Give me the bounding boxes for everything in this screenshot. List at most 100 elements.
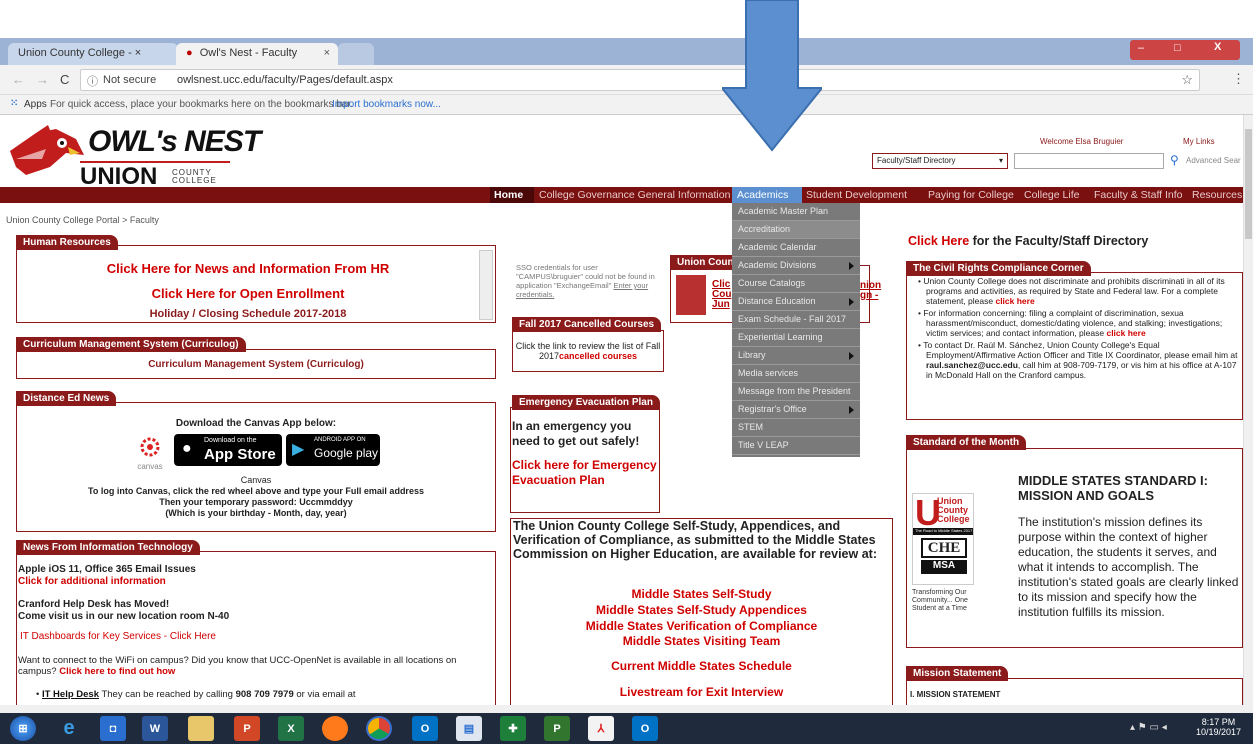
outlook-icon[interactable]: O bbox=[412, 716, 438, 741]
apple-ios-link[interactable]: Click for additional information bbox=[18, 576, 166, 587]
horizontal-scrollbar[interactable] bbox=[0, 705, 1253, 713]
search-scope-select[interactable]: Faculty/Staff Directory ▾ bbox=[872, 153, 1008, 169]
cancelled-courses-title: Fall 2017 Cancelled Courses bbox=[512, 317, 662, 332]
menu-item-course-catalogs[interactable]: Course Catalogs bbox=[732, 275, 860, 293]
vertical-scrollbar[interactable] bbox=[1243, 115, 1253, 705]
close-window-icon[interactable]: X bbox=[1214, 41, 1221, 53]
owl-logo-icon[interactable] bbox=[6, 123, 86, 185]
tray-icons[interactable]: ▴ ⚑ ▭ ◂ bbox=[1130, 722, 1167, 733]
livestream-link[interactable]: Livestream for Exit Interview bbox=[510, 685, 893, 699]
civil-link-2[interactable]: click here bbox=[1106, 328, 1145, 338]
menu-item-exam-schedule[interactable]: Exam Schedule - Fall 2017 bbox=[732, 311, 860, 329]
word-icon[interactable]: W bbox=[142, 716, 168, 741]
menu-item-academic-divisions[interactable]: Academic Divisions bbox=[732, 257, 860, 275]
union-promo-link[interactable]: Clic Cou Jun bbox=[712, 280, 731, 310]
nav-home-label[interactable]: Home bbox=[494, 189, 523, 203]
helpdesk-phone: 908 709 7979 bbox=[235, 689, 294, 700]
hr-scrollbar[interactable] bbox=[479, 250, 493, 320]
nav-faculty-staff-info[interactable]: Faculty & Staff Info bbox=[1094, 189, 1183, 203]
scroll-thumb[interactable] bbox=[1245, 129, 1252, 239]
search-input[interactable] bbox=[1014, 153, 1164, 169]
union-promo-link-right[interactable]: nion gn - bbox=[860, 281, 881, 301]
window-controls[interactable]: – □ X bbox=[1130, 40, 1240, 60]
security-app-icon[interactable]: ✚ bbox=[500, 716, 526, 741]
nav-paying-for-college[interactable]: Paying for College bbox=[928, 189, 1014, 203]
civil-email-link[interactable]: raul.sanchez@ucc.edu bbox=[926, 360, 1018, 370]
acrobat-icon[interactable]: ⅄ bbox=[588, 716, 614, 741]
it-dashboards-link[interactable]: IT Dashboards for Key Services - Click H… bbox=[20, 631, 216, 642]
publisher-icon[interactable]: P bbox=[544, 716, 570, 741]
close-tab-icon[interactable]: × bbox=[324, 47, 330, 59]
menu-item-media-services[interactable]: Media services bbox=[732, 365, 860, 383]
outlook-icon-2[interactable]: O bbox=[632, 716, 658, 741]
outlook-blue-icon[interactable]: ◘ bbox=[100, 716, 126, 741]
advanced-search-link[interactable]: Advanced Sear bbox=[1186, 156, 1241, 165]
tab-owls-nest[interactable]: ● Owl's Nest - Faculty × bbox=[176, 43, 338, 65]
excel-icon[interactable]: X bbox=[278, 716, 304, 741]
cancelled-link[interactable]: cancelled courses bbox=[559, 351, 637, 361]
nav-student-development[interactable]: Student Development bbox=[806, 189, 907, 203]
che-logo: CHE bbox=[921, 538, 967, 558]
chrome-icon[interactable] bbox=[366, 716, 392, 741]
start-button-icon[interactable]: ⊞ bbox=[10, 716, 36, 741]
it-helpdesk-link[interactable]: IT Help Desk bbox=[42, 689, 99, 700]
firefox-icon[interactable] bbox=[322, 716, 348, 741]
ms-schedule-link[interactable]: Current Middle States Schedule bbox=[510, 659, 893, 673]
tab-union-county-college[interactable]: Union County College - × bbox=[8, 43, 178, 65]
google-play-button[interactable]: ▶ ANDROID APP ON Google play bbox=[286, 434, 380, 466]
menu-item-library[interactable]: Library bbox=[732, 347, 860, 365]
menu-item-academic-calendar[interactable]: Academic Calendar bbox=[732, 239, 860, 257]
menu-item-accreditation[interactable]: Accreditation bbox=[732, 221, 860, 239]
menu-item-stem[interactable]: STEM bbox=[732, 419, 860, 437]
forward-icon[interactable]: → bbox=[36, 72, 49, 87]
ms-verification-link[interactable]: Middle States Verification of Compliance bbox=[510, 619, 893, 633]
import-bookmarks-link[interactable]: Import bookmarks now... bbox=[332, 99, 441, 110]
nav-college-life[interactable]: College Life bbox=[1024, 189, 1079, 203]
menu-dots-icon[interactable]: ⋮ bbox=[1232, 71, 1245, 87]
minimize-icon[interactable]: – bbox=[1138, 42, 1144, 54]
nav-governance[interactable]: College Governance General Information bbox=[539, 189, 730, 203]
menu-item-title-v-leap[interactable]: Title V LEAP bbox=[732, 437, 860, 455]
internet-explorer-icon[interactable]: e bbox=[56, 716, 82, 741]
holiday-schedule-link[interactable]: Holiday / Closing Schedule 2017-2018 bbox=[16, 308, 480, 320]
star-icon[interactable]: ☆ bbox=[1181, 72, 1193, 88]
search-icon[interactable]: ⚲ bbox=[1170, 153, 1179, 167]
my-links-menu[interactable]: My Links bbox=[1183, 137, 1215, 146]
apps-grid-icon[interactable]: ⁙ bbox=[10, 98, 18, 109]
hr-open-enrollment-link[interactable]: Click Here for Open Enrollment bbox=[16, 286, 480, 301]
menu-item-message-president[interactable]: Message from the President bbox=[732, 383, 860, 401]
curriculog-link[interactable]: Curriculum Management System (Curriculog… bbox=[16, 359, 496, 370]
wifi-link[interactable]: Click here to find out how bbox=[59, 666, 175, 677]
info-icon[interactable]: ⓘ bbox=[87, 73, 98, 89]
welcome-menu[interactable]: Welcome Elsa Bruguier bbox=[1040, 137, 1123, 146]
directory-link[interactable]: Click Here bbox=[908, 234, 969, 248]
evacuation-link[interactable]: Click here for Emergency Evacuation Plan bbox=[512, 458, 658, 488]
reload-icon[interactable]: C bbox=[60, 72, 69, 87]
file-explorer-icon[interactable] bbox=[188, 716, 214, 741]
menu-item-distance-education[interactable]: Distance Education bbox=[732, 293, 860, 311]
union-promo-image[interactable] bbox=[676, 275, 706, 315]
menu-item-registrars-office[interactable]: Registrar's Office bbox=[732, 401, 860, 419]
ms-appendices-link[interactable]: Middle States Self-Study Appendices bbox=[510, 603, 893, 617]
document-icon[interactable]: ▤ bbox=[456, 716, 482, 741]
breadcrumb[interactable]: Union County College Portal > Faculty bbox=[6, 215, 159, 225]
clock[interactable]: 8:17 PM 10/19/2017 bbox=[1196, 717, 1241, 737]
nav-academics[interactable]: Academics bbox=[737, 189, 788, 203]
app-store-button[interactable]: ● Download on the App Store bbox=[174, 434, 282, 466]
hr-title: Human Resources bbox=[16, 235, 118, 250]
hr-news-link[interactable]: Click Here for News and Information From… bbox=[16, 261, 480, 276]
ms-visiting-team-link[interactable]: Middle States Visiting Team bbox=[510, 634, 893, 648]
apps-link[interactable]: Apps bbox=[24, 99, 47, 110]
civil-link-1[interactable]: click here bbox=[995, 296, 1034, 306]
directory-text: for the Faculty/Staff Directory bbox=[969, 234, 1149, 248]
menu-item-experiential-learning[interactable]: Experiential Learning bbox=[732, 329, 860, 347]
menu-item-academic-master-plan[interactable]: Academic Master Plan bbox=[732, 203, 860, 221]
ms-self-study-link[interactable]: Middle States Self-Study bbox=[510, 587, 893, 601]
canvas-logo-icon[interactable]: canvas bbox=[132, 435, 168, 471]
nav-resources[interactable]: Resources bbox=[1192, 189, 1242, 203]
back-icon[interactable]: ← bbox=[12, 72, 25, 87]
powerpoint-icon[interactable]: P bbox=[234, 716, 260, 741]
new-tab-button[interactable] bbox=[338, 43, 374, 65]
maximize-icon[interactable]: □ bbox=[1174, 42, 1181, 54]
address-bar[interactable]: ⓘ Not secure owlsnest.ucc.edu/faculty/Pa… bbox=[80, 69, 1200, 91]
